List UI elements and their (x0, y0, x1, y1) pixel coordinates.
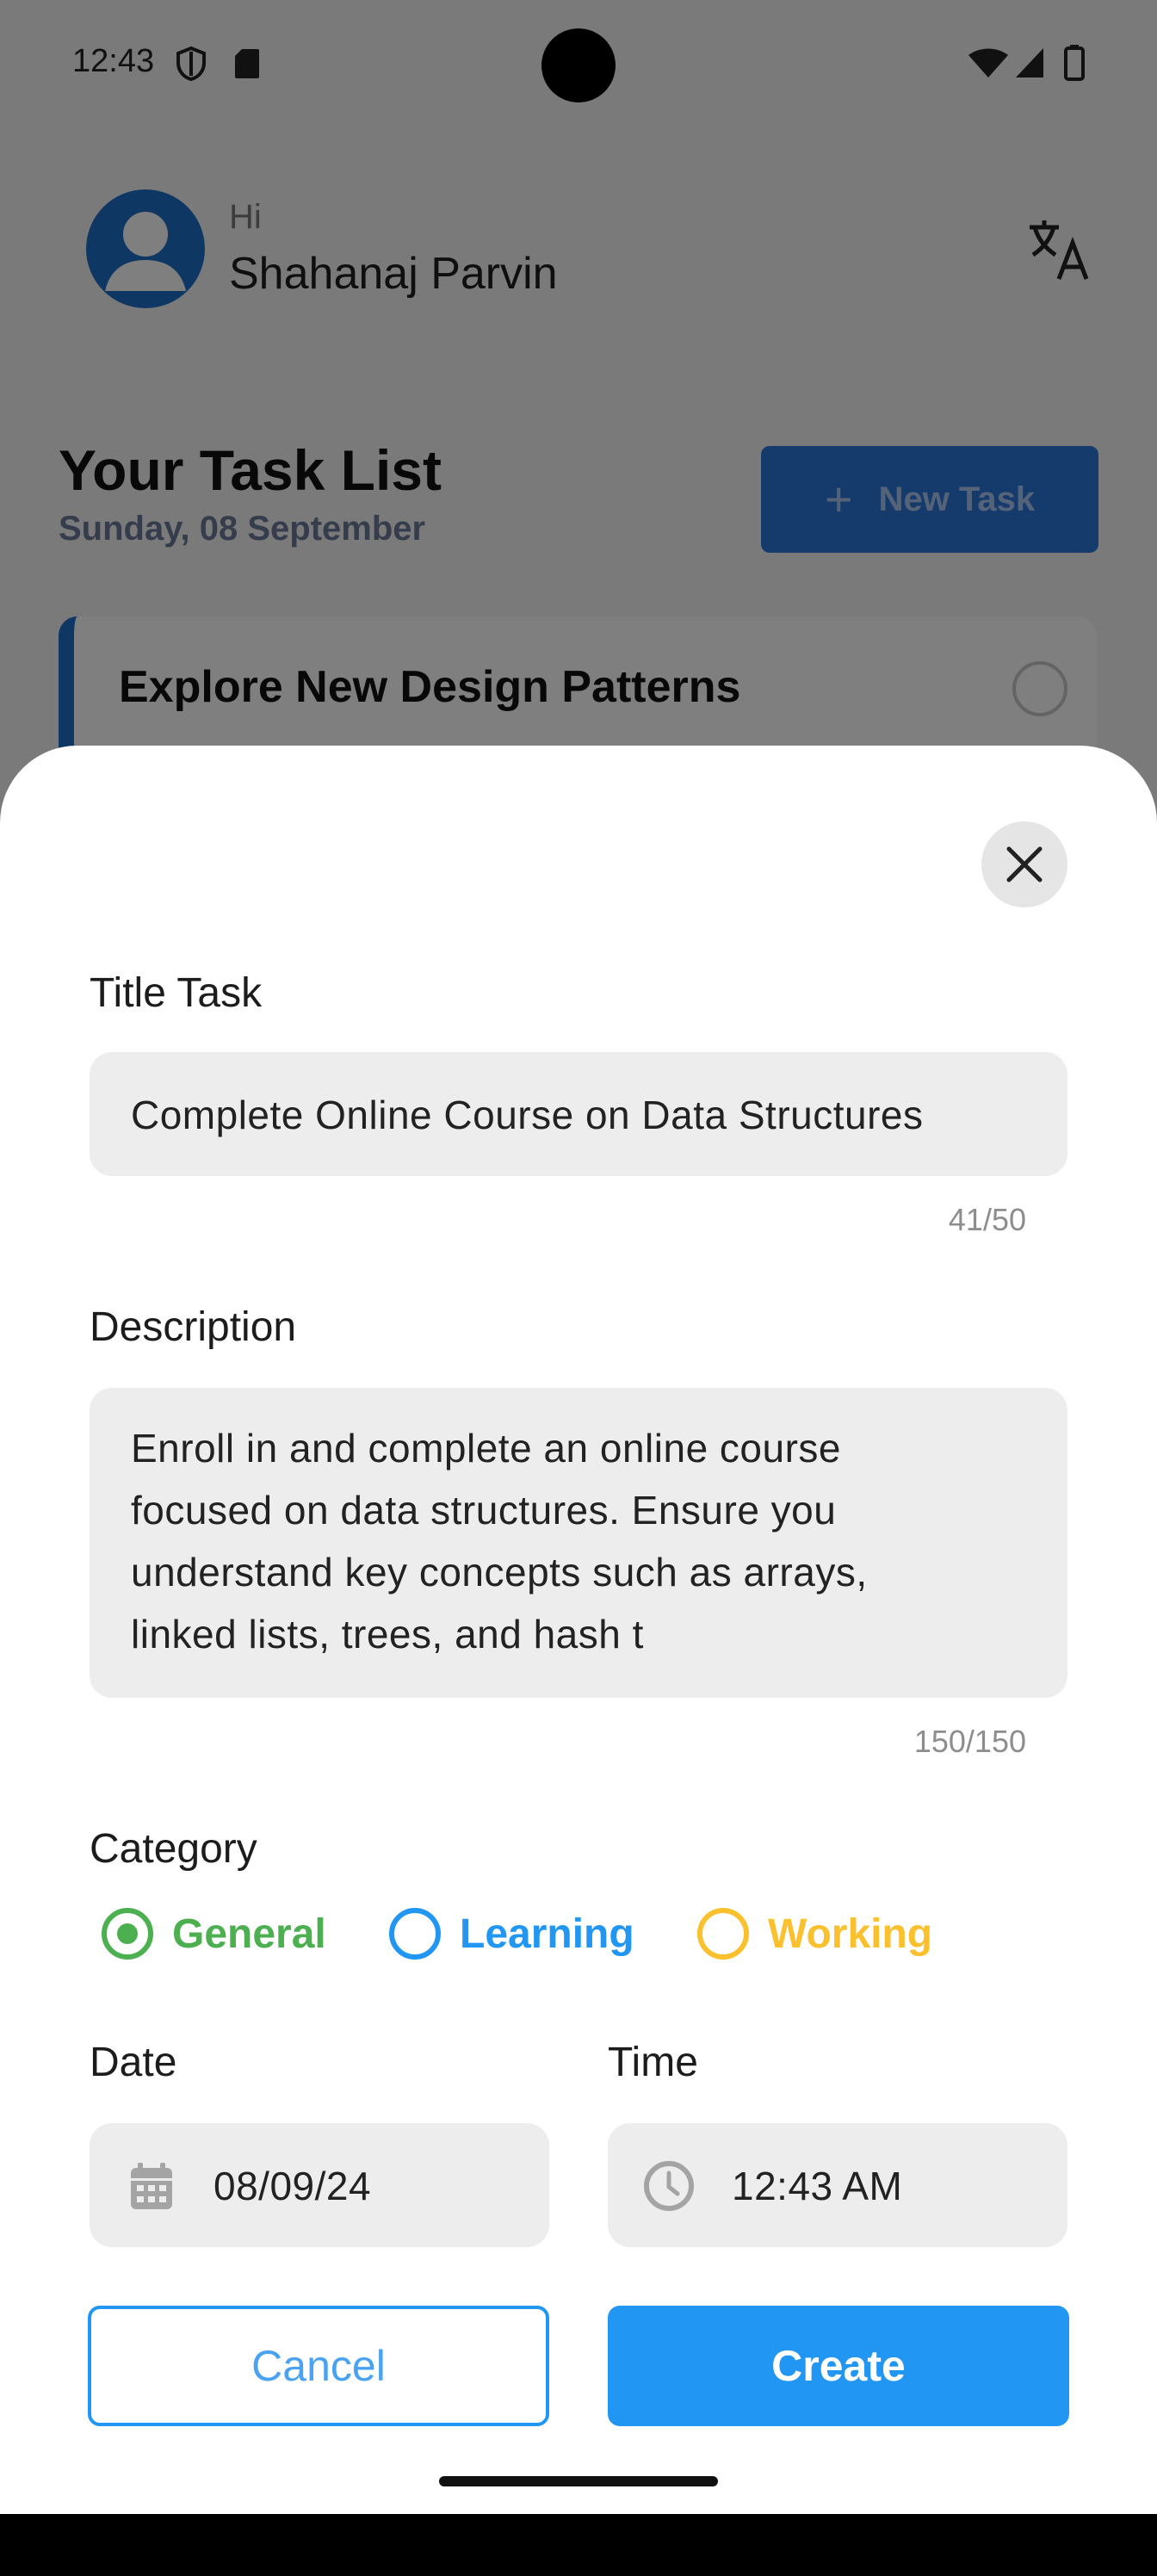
description-value: Enroll in and complete an online course … (131, 1417, 868, 1665)
clock-icon (644, 2161, 694, 2211)
title-task-label: Title Task (90, 970, 263, 1016)
category-option-learning[interactable]: Learning (389, 1908, 634, 1960)
radio-selected-dot (117, 1923, 138, 1944)
category-learning-label: Learning (460, 1910, 634, 1957)
time-value: 12:43 AM (732, 2164, 903, 2208)
radio-button[interactable] (697, 1908, 749, 1960)
close-icon (1006, 846, 1043, 882)
close-button[interactable] (981, 821, 1067, 907)
description-input[interactable]: Enroll in and complete an online course … (90, 1388, 1067, 1698)
title-task-value: Complete Online Course on Data Structure… (131, 1093, 924, 1137)
date-picker-field[interactable]: 08/09/24 (90, 2123, 549, 2247)
description-line: Enroll in and complete an online course (131, 1426, 841, 1471)
cancel-button[interactable]: Cancel (88, 2306, 549, 2426)
screen: 12:43 Hi (0, 0, 1157, 2576)
time-picker-field[interactable]: 12:43 AM (608, 2123, 1067, 2247)
create-task-sheet: Title Task Complete Online Course on Dat… (0, 746, 1157, 2514)
category-option-general[interactable]: General (102, 1908, 326, 1960)
home-gesture-handle[interactable] (439, 2476, 718, 2486)
title-task-input[interactable]: Complete Online Course on Data Structure… (90, 1052, 1067, 1176)
description-line: focused on data structures. Ensure you (131, 1488, 837, 1533)
radio-button[interactable] (389, 1908, 441, 1960)
description-line: understand key concepts such as arrays, (131, 1550, 868, 1595)
category-option-working[interactable]: Working (697, 1908, 932, 1960)
radio-button[interactable] (102, 1908, 153, 1960)
category-general-label: General (172, 1910, 326, 1957)
title-char-counter: 41/50 (948, 1202, 1026, 1237)
time-label: Time (608, 2040, 698, 2085)
calendar-icon (131, 2163, 172, 2209)
description-char-counter: 150/150 (913, 1724, 1026, 1759)
system-nav-bar (0, 2514, 1157, 2576)
description-line: linked lists, trees, and hash t (131, 1612, 644, 1656)
description-label: Description (90, 1304, 297, 1350)
date-value: 08/09/24 (213, 2164, 372, 2208)
date-label: Date (90, 2040, 177, 2085)
category-label: Category (90, 1826, 257, 1872)
category-working-label: Working (768, 1910, 933, 1957)
create-button[interactable]: Create (608, 2306, 1069, 2426)
